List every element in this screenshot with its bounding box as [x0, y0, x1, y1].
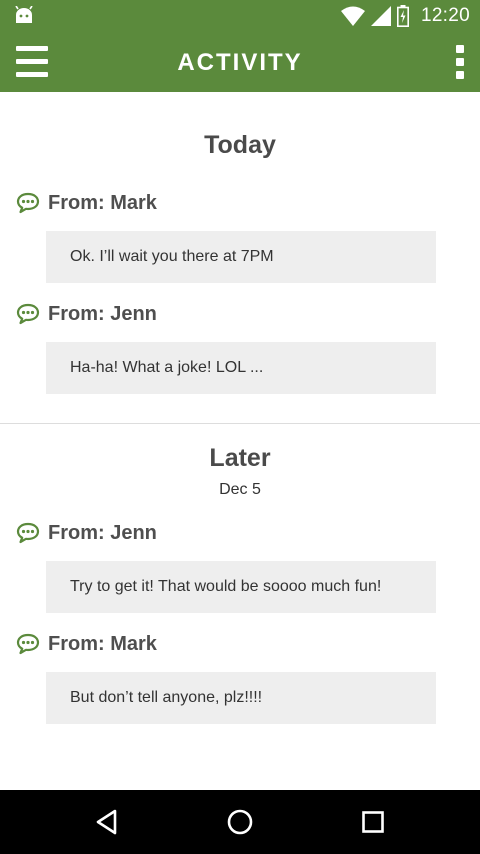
page-title: ACTIVITY: [177, 49, 303, 76]
signal-icon: [370, 6, 391, 26]
android-icon: [15, 6, 33, 23]
status-clock: 12:20: [420, 5, 470, 26]
message-sender-row: From: Jenn: [16, 302, 157, 326]
recents-icon[interactable]: [355, 804, 391, 840]
navigation-bar: [0, 790, 480, 854]
chat-bubble-icon: [16, 633, 40, 655]
chat-bubble-icon: [16, 522, 40, 544]
message-sender-row: From: Mark: [16, 191, 157, 215]
chat-bubble-icon: [16, 303, 40, 325]
message-text: Ok. I’ll wait you there at 7PM: [70, 248, 274, 265]
message-bubble[interactable]: Try to get it! That would be soooo much …: [46, 561, 436, 613]
message-sender: From: Mark: [48, 191, 157, 214]
message-text: But don’t tell anyone, plz!!!!: [70, 689, 263, 706]
section-title-today: Today: [204, 131, 276, 159]
chat-bubble-icon: [16, 192, 40, 214]
section-date: Dec 5: [219, 481, 261, 498]
back-icon[interactable]: [89, 804, 125, 840]
message-sender: From: Jenn: [48, 521, 157, 544]
overflow-menu-icon[interactable]: [450, 45, 470, 79]
message-bubble[interactable]: Ok. I’ll wait you there at 7PM: [46, 231, 436, 283]
message-sender-row: From: Mark: [16, 632, 157, 656]
status-icons: 12:20: [340, 0, 470, 32]
section-title-later: Later: [209, 444, 271, 472]
message-text: Ha-ha! What a joke! LOL ...: [70, 359, 264, 376]
home-icon[interactable]: [222, 804, 258, 840]
message-bubble[interactable]: But don’t tell anyone, plz!!!!: [46, 672, 436, 724]
message-sender: From: Mark: [48, 632, 157, 655]
app-bar: ACTIVITY: [0, 32, 480, 92]
message-sender-row: From: Jenn: [16, 521, 157, 545]
message-sender: From: Jenn: [48, 302, 157, 325]
wifi-icon: [340, 6, 365, 26]
message-text: Try to get it! That would be soooo much …: [70, 578, 382, 595]
section-divider: [0, 423, 480, 424]
message-bubble[interactable]: Ha-ha! What a joke! LOL ...: [46, 342, 436, 394]
status-bar: 12:20: [0, 0, 480, 32]
battery-charging-icon: [396, 5, 409, 27]
